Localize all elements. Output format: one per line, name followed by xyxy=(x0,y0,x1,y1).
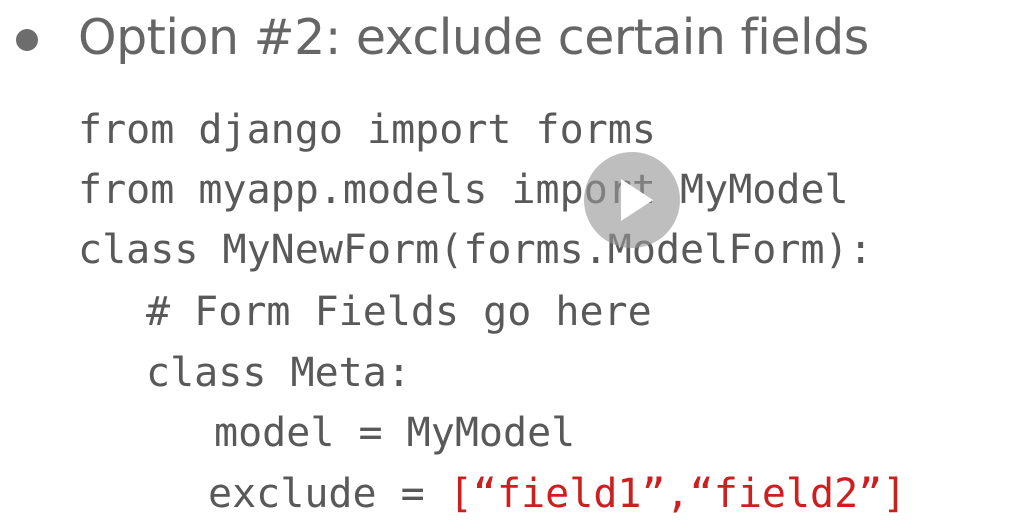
code-exclude-prefix: exclude = xyxy=(208,471,449,517)
code-line: from myapp.models import MyModel xyxy=(78,167,849,213)
play-icon xyxy=(621,179,653,221)
video-play-button[interactable] xyxy=(584,152,680,248)
code-line: model = MyModel xyxy=(214,410,576,456)
code-exclude-line: exclude = [“field1”,“field2”] xyxy=(208,464,906,524)
slide-heading: Option #2: exclude certain fields xyxy=(78,9,869,66)
code-comment-line: # Form Fields go here xyxy=(146,289,652,335)
code-line: class Meta: xyxy=(146,350,411,396)
code-line: from django import forms xyxy=(78,107,656,153)
slide: Option #2: exclude certain fields from d… xyxy=(0,0,1016,521)
code-exclude-value: [“field1”,“field2”] xyxy=(448,471,907,517)
bullet-icon xyxy=(16,29,38,51)
bullet-item: Option #2: exclude certain fields xyxy=(0,4,1016,74)
code-line: class MyNewForm(forms.ModelForm): xyxy=(78,227,873,273)
